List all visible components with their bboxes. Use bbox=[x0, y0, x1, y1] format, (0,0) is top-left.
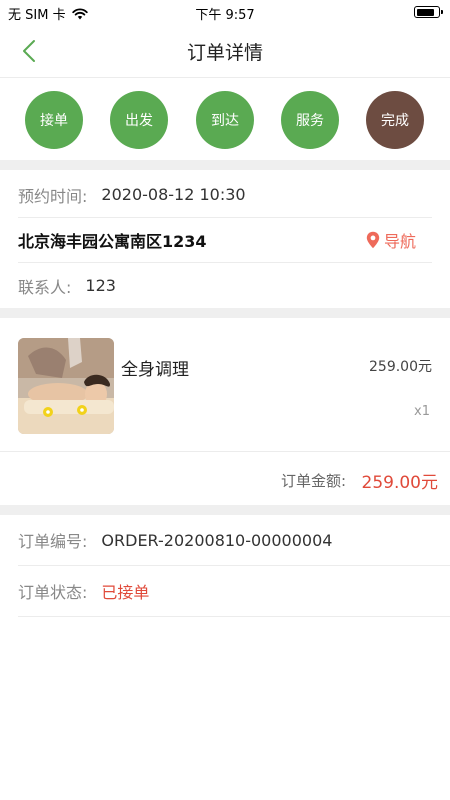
page-title: 订单详情 bbox=[186, 42, 263, 64]
appointment-label: 预约时间: bbox=[18, 186, 88, 206]
navigate-label: 导航 bbox=[383, 232, 416, 251]
product-divider bbox=[0, 451, 450, 452]
product-price: 259.00元 bbox=[369, 359, 432, 375]
step-depart-button[interactable]: 出发 bbox=[110, 91, 168, 149]
address-text: 北京海丰园公寓南区1234 bbox=[18, 232, 207, 251]
navigate-button[interactable]: 导航 bbox=[366, 228, 416, 252]
product-image bbox=[18, 338, 114, 434]
battery-icon bbox=[414, 6, 443, 18]
total-label: 订单金额: bbox=[280, 472, 346, 490]
section-gap bbox=[0, 505, 450, 515]
status-bar: 无 SIM 卡 下午 9:57 bbox=[0, 0, 450, 24]
contact-value: 123 bbox=[85, 276, 116, 295]
location-pin-icon bbox=[366, 231, 380, 249]
section-gap bbox=[0, 308, 450, 318]
appointment-time: 2020-08-12 10:30 bbox=[101, 185, 246, 204]
order-number-value: ORDER-20200810-00000004 bbox=[101, 530, 333, 550]
navigation-bar: 订单详情 bbox=[0, 24, 450, 78]
appointment-row: 预约时间: 2020-08-12 10:30 bbox=[18, 172, 432, 218]
massage-photo bbox=[18, 338, 114, 434]
order-status-label: 订单状态: bbox=[18, 583, 88, 602]
step-label: 出发 bbox=[125, 113, 153, 129]
product-quantity: x1 bbox=[414, 404, 430, 419]
section-gap bbox=[0, 160, 450, 170]
step-arrive-button[interactable]: 到达 bbox=[196, 91, 254, 149]
step-label: 接单 bbox=[40, 113, 68, 129]
step-label: 到达 bbox=[211, 113, 239, 129]
address-row: 北京海丰园公寓南区1234 导航 bbox=[18, 218, 432, 263]
order-status-row: 订单状态: 已接单 bbox=[18, 566, 450, 617]
step-accept-button[interactable]: 接单 bbox=[25, 91, 83, 149]
step-service-button[interactable]: 服务 bbox=[281, 91, 339, 149]
status-time: 下午 9:57 bbox=[195, 8, 255, 23]
contact-label: 联系人: bbox=[18, 277, 72, 297]
contact-row: 联系人: 123 bbox=[18, 263, 432, 308]
total-amount: 259.00元 bbox=[361, 473, 438, 493]
order-number-row: 订单编号: ORDER-20200810-00000004 bbox=[18, 515, 450, 566]
order-steps: 接单 出发 到达 服务 完成 bbox=[0, 79, 450, 160]
step-complete-button[interactable]: 完成 bbox=[366, 91, 424, 149]
order-status-badge: 已接单 bbox=[101, 583, 150, 602]
step-label: 服务 bbox=[296, 113, 324, 129]
battery-level bbox=[416, 8, 434, 16]
order-number-label: 订单编号: bbox=[18, 532, 88, 551]
product-name: 全身调理 bbox=[121, 360, 189, 380]
step-label: 完成 bbox=[381, 113, 409, 129]
